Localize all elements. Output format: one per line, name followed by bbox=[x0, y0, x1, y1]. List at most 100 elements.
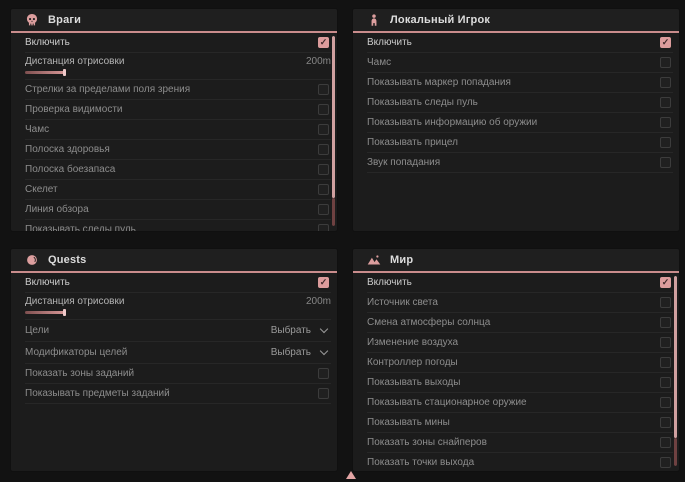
checkbox[interactable] bbox=[660, 57, 671, 68]
scrollbar-thumb[interactable] bbox=[674, 276, 677, 438]
slider-thumb[interactable] bbox=[63, 309, 66, 316]
checkbox[interactable] bbox=[660, 457, 671, 468]
checkbox[interactable] bbox=[660, 97, 671, 108]
panel-header[interactable]: Локальный Игрок bbox=[353, 9, 679, 33]
settings-row: ЦелиВыбрать bbox=[25, 320, 331, 342]
settings-row: Скелет bbox=[25, 180, 331, 200]
settings-row: Модификаторы целейВыбрать bbox=[25, 342, 331, 364]
setting-label: Полоска здоровья bbox=[25, 144, 110, 155]
quest-icon bbox=[25, 253, 39, 267]
checkbox[interactable] bbox=[660, 117, 671, 128]
checkbox[interactable] bbox=[660, 157, 671, 168]
panel-rows: Включить✓ Дистанция отрисовки 200m ЦелиВыбр… bbox=[11, 273, 337, 404]
setting-label: Чамс bbox=[25, 124, 49, 135]
setting-label: Показывать мины bbox=[367, 417, 450, 428]
panel-header[interactable]: Мир bbox=[353, 249, 679, 273]
panel-header[interactable]: Враги bbox=[11, 9, 337, 33]
checkbox[interactable] bbox=[660, 297, 671, 308]
dropdown[interactable]: Выбрать bbox=[271, 347, 327, 358]
setting-label: Показывать маркер попадания bbox=[367, 77, 511, 88]
checkbox[interactable] bbox=[318, 388, 329, 399]
settings-row: Показать зоны заданий bbox=[25, 364, 331, 384]
dropdown[interactable]: Выбрать bbox=[271, 325, 327, 336]
setting-label: Показать зоны заданий bbox=[25, 368, 134, 379]
panel-rows: Включить ✓ Дистанция отрисовки200m Стрелки … bbox=[11, 33, 337, 232]
setting-label: Включить bbox=[367, 37, 412, 48]
setting-label: Полоска боезапаса bbox=[25, 164, 115, 175]
slider-fill bbox=[25, 311, 65, 314]
settings-row: Линия обзора bbox=[25, 200, 331, 220]
panel-header[interactable]: Quests bbox=[11, 249, 337, 273]
panel-rows: Включить ✓ Чамс Показывать маркер попадания… bbox=[353, 33, 679, 173]
setting-label: Стрелки за пределами поля зрения bbox=[25, 84, 190, 95]
checkbox[interactable] bbox=[318, 224, 329, 232]
checkbox[interactable] bbox=[318, 204, 329, 215]
slider-value: 200m bbox=[306, 296, 331, 307]
settings-row: Показывать мины bbox=[367, 413, 673, 433]
checkbox[interactable] bbox=[318, 368, 329, 379]
settings-row: Источник света bbox=[367, 293, 673, 313]
setting-label: Показывать стационарное оружие bbox=[367, 397, 527, 408]
setting-label: Включить bbox=[25, 37, 70, 48]
panel-title: Quests bbox=[48, 254, 87, 266]
checkbox[interactable]: ✓ bbox=[660, 277, 671, 288]
setting-label: Источник света bbox=[367, 297, 438, 308]
setting-label: Дистанция отрисовки bbox=[25, 296, 124, 307]
checkbox[interactable] bbox=[318, 144, 329, 155]
dropdown-value: Выбрать bbox=[271, 347, 311, 358]
mountain-icon bbox=[367, 253, 381, 267]
dropdown-value: Выбрать bbox=[271, 325, 311, 336]
chevron-down-icon bbox=[320, 347, 328, 355]
scrollbar-tail bbox=[332, 198, 335, 227]
setting-label: Включить bbox=[367, 277, 412, 288]
settings-row: Смена атмосферы солнца bbox=[367, 313, 673, 333]
settings-row: Дистанция отрисовки 200m bbox=[25, 293, 331, 320]
checkbox[interactable] bbox=[660, 137, 671, 148]
checkbox[interactable]: ✓ bbox=[318, 37, 329, 48]
checkbox[interactable] bbox=[660, 357, 671, 368]
panel-title: Враги bbox=[48, 14, 81, 26]
setting-label: Проверка видимости bbox=[25, 104, 123, 115]
panel-quests: Quests Включить✓ Дистанция отрисовки 200m Ц… bbox=[10, 248, 338, 472]
checkbox[interactable] bbox=[318, 164, 329, 175]
checkbox[interactable] bbox=[660, 437, 671, 448]
checkbox[interactable] bbox=[318, 184, 329, 195]
slider[interactable] bbox=[25, 71, 331, 74]
person-icon bbox=[367, 13, 381, 27]
checkbox[interactable] bbox=[318, 124, 329, 135]
scrollbar[interactable] bbox=[332, 36, 335, 226]
settings-row: Включить✓ bbox=[25, 273, 331, 293]
scrollbar[interactable] bbox=[674, 276, 677, 466]
setting-label: Показать зоны снайперов bbox=[367, 437, 487, 448]
setting-label: Показывать следы пуль bbox=[367, 97, 478, 108]
checkbox[interactable] bbox=[660, 397, 671, 408]
settings-row: Дистанция отрисовки200m bbox=[25, 53, 331, 80]
checkbox[interactable] bbox=[660, 77, 671, 88]
skull-icon bbox=[25, 13, 39, 27]
setting-label: Показывать следы пуль bbox=[25, 224, 136, 232]
checkbox[interactable] bbox=[318, 104, 329, 115]
settings-row: Изменение воздуха bbox=[367, 333, 673, 353]
slider-thumb[interactable] bbox=[63, 69, 66, 76]
checkbox[interactable]: ✓ bbox=[660, 37, 671, 48]
setting-label: Дистанция отрисовки bbox=[25, 56, 124, 67]
panel-local-player: Локальный Игрок Включить ✓ Чамс Показывать … bbox=[352, 8, 680, 232]
settings-row: Показывать выходы bbox=[367, 373, 673, 393]
settings-row: Чамс bbox=[367, 53, 673, 73]
checkbox[interactable] bbox=[660, 317, 671, 328]
checkbox[interactable] bbox=[318, 84, 329, 95]
checkbox[interactable] bbox=[660, 377, 671, 388]
settings-row: Проверка видимости bbox=[25, 100, 331, 120]
setting-label: Показать точки выхода bbox=[367, 457, 474, 468]
checkbox[interactable]: ✓ bbox=[318, 277, 329, 288]
panel-title: Локальный Игрок bbox=[390, 14, 490, 26]
setting-label: Линия обзора bbox=[25, 204, 89, 215]
panel-world: Мир Включить ✓ Источник света Смена атмосфе… bbox=[352, 248, 680, 472]
settings-row: Включить ✓ bbox=[25, 33, 331, 53]
checkbox[interactable] bbox=[660, 337, 671, 348]
checkbox[interactable] bbox=[660, 417, 671, 428]
scrollbar-thumb[interactable] bbox=[332, 36, 335, 198]
slider[interactable] bbox=[25, 311, 331, 314]
settings-row: Показать зоны снайперов bbox=[367, 433, 673, 453]
settings-row: Показать точки выхода bbox=[367, 453, 673, 472]
